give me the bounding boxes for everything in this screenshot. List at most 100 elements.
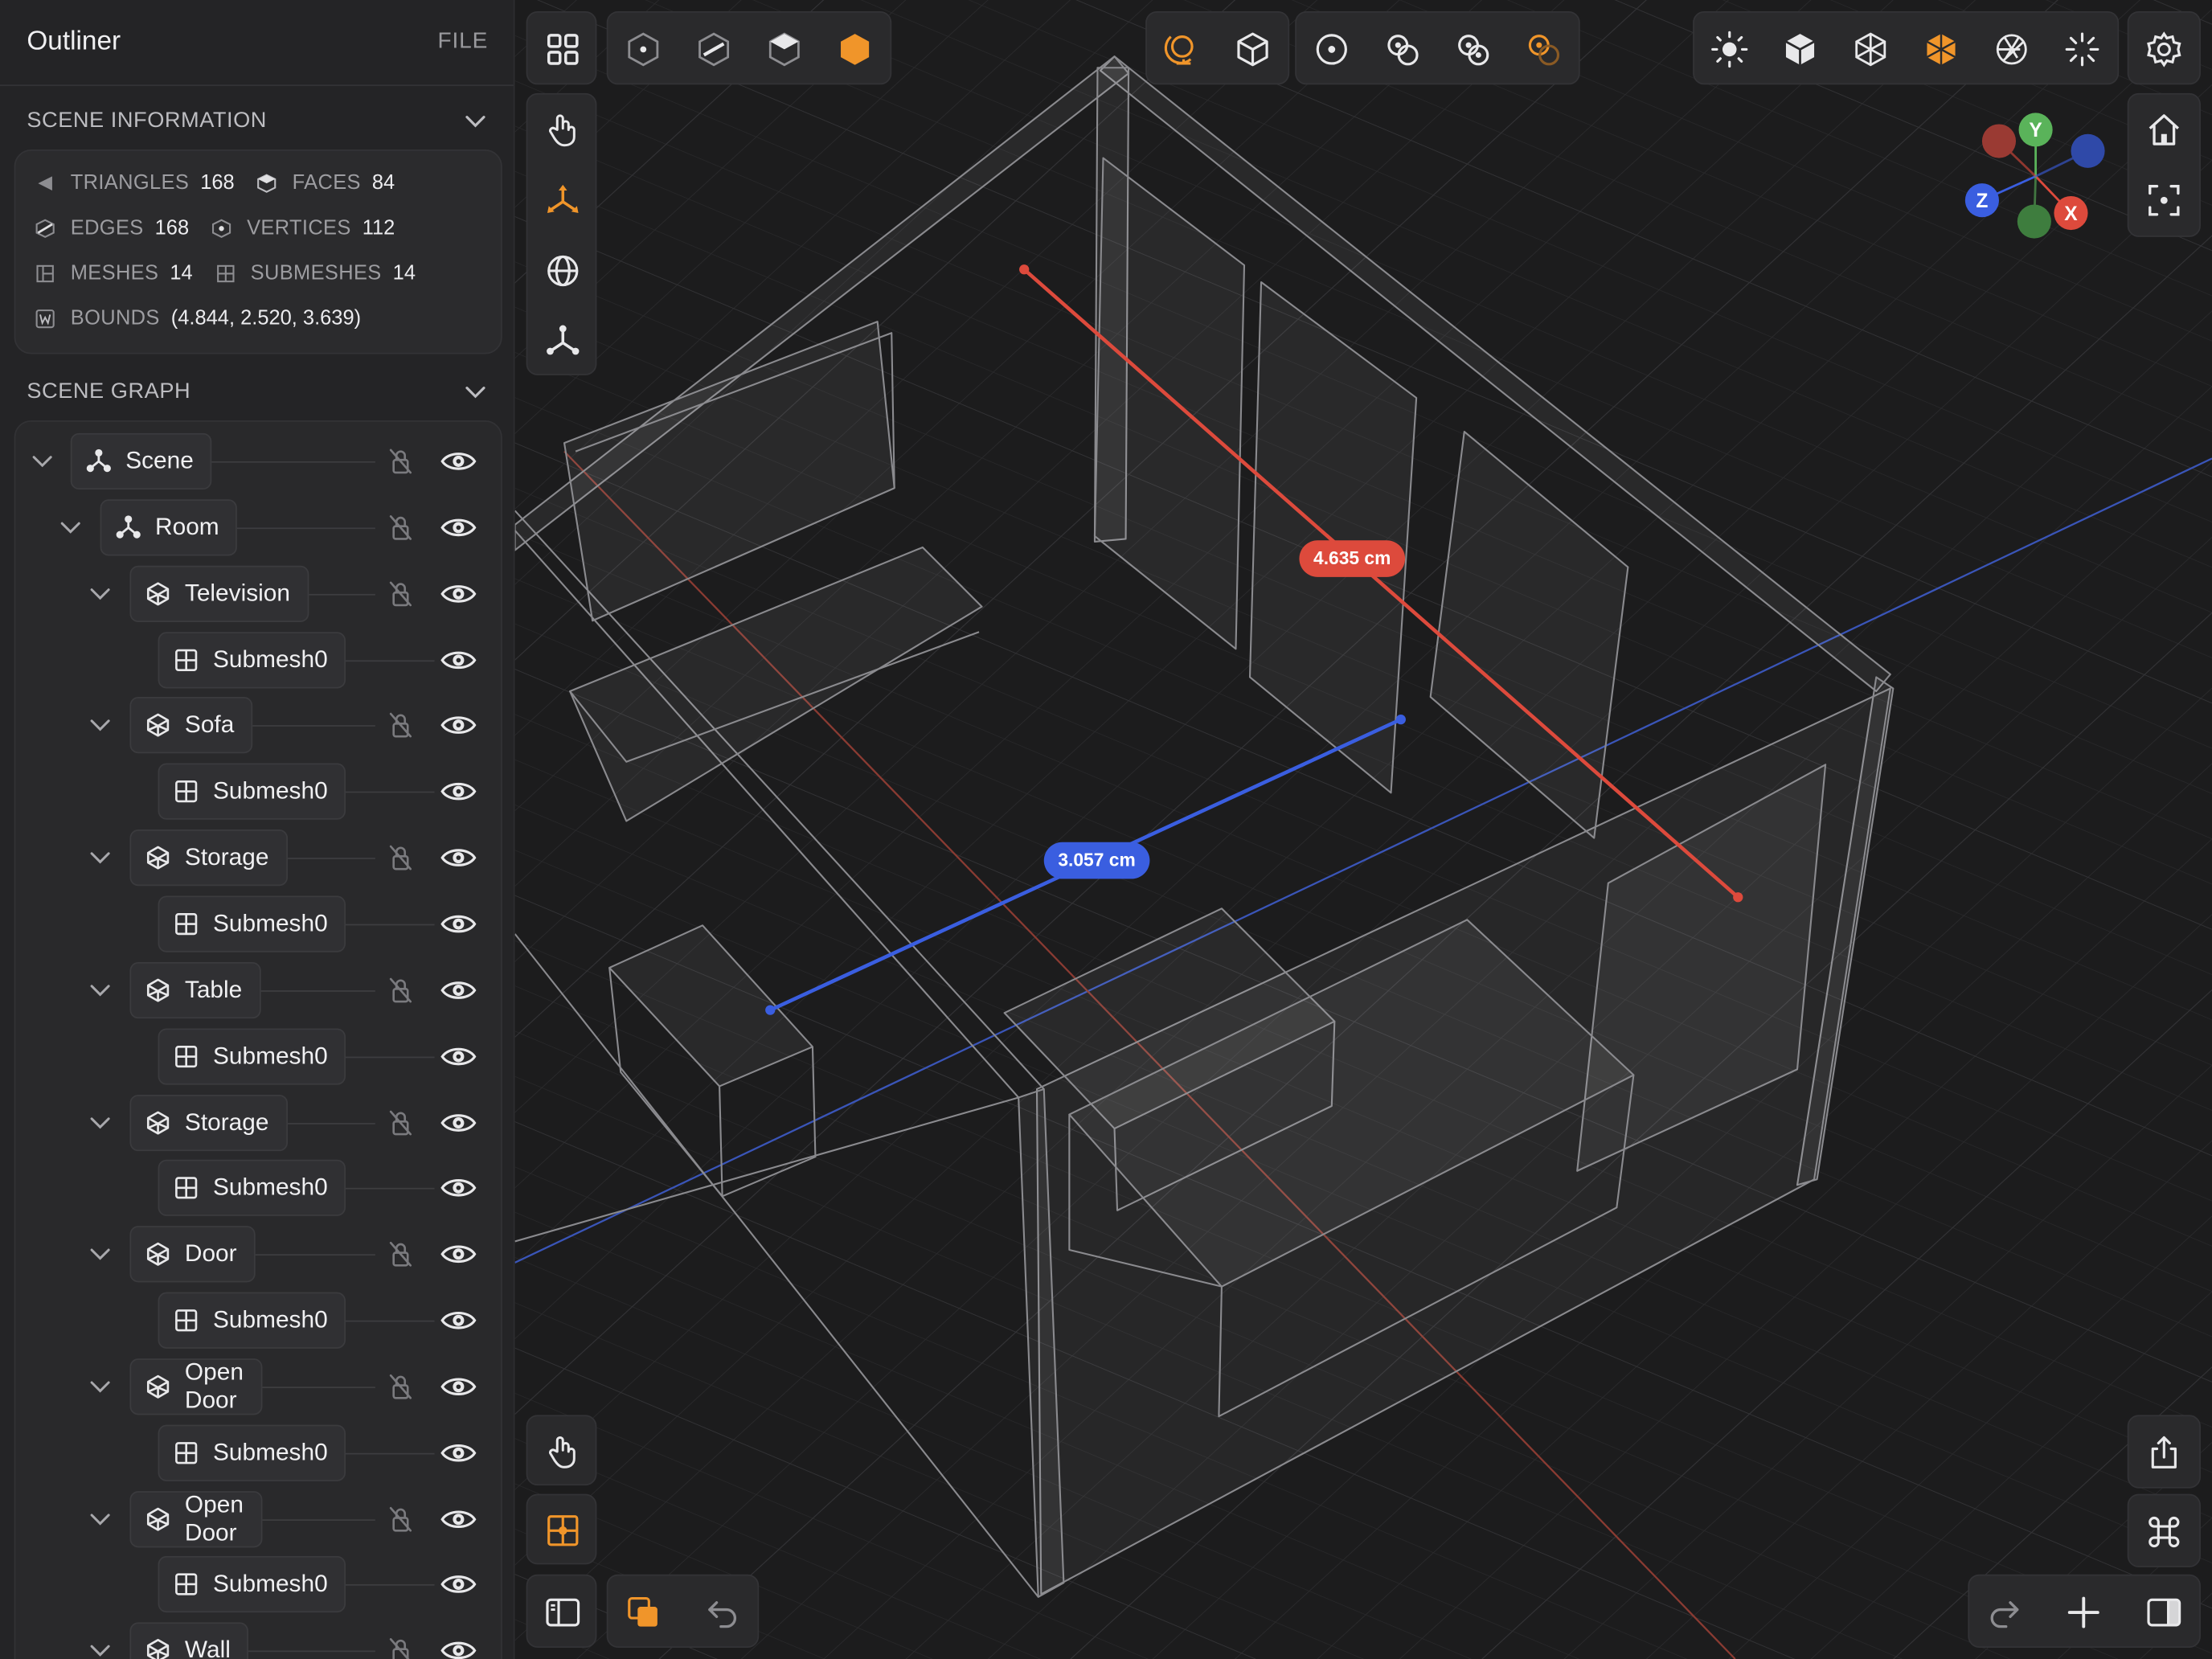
tree-node[interactable]: Submesh0 [158, 631, 346, 688]
interact-tool-button[interactable] [527, 1416, 598, 1487]
measure-point[interactable] [1019, 264, 1030, 275]
tree-node[interactable]: Submesh0 [158, 1027, 346, 1085]
gizmo-neg-z[interactable] [2071, 133, 2105, 168]
visibility-eye-icon[interactable] [440, 1373, 477, 1401]
wireframe-cube-button[interactable] [1218, 14, 1288, 85]
room-wireframe-canvas[interactable] [514, 0, 2212, 1659]
duplicate-button[interactable] [608, 1577, 678, 1648]
visibility-eye-icon[interactable] [440, 1108, 477, 1137]
redo-button[interactable] [1969, 1577, 2040, 1648]
visibility-eye-icon[interactable] [440, 844, 477, 872]
toggle-outliner-button[interactable] [527, 1577, 598, 1648]
tree-node[interactable]: Submesh0 [158, 1556, 346, 1613]
visibility-eye-icon[interactable] [440, 514, 477, 542]
lock-toggle-icon[interactable] [387, 514, 415, 542]
visibility-eye-icon[interactable] [440, 580, 477, 608]
visibility-eye-icon[interactable] [440, 1571, 477, 1599]
visibility-eye-icon[interactable] [440, 645, 477, 674]
solid-shading-button[interactable] [1765, 14, 1836, 85]
tree-node[interactable]: Submesh0 [158, 1424, 346, 1481]
tree-node[interactable]: Table [129, 961, 261, 1018]
lock-toggle-icon[interactable] [387, 1373, 415, 1401]
scene-information-heading[interactable]: SCENE INFORMATION [27, 109, 267, 134]
chevron-down-icon[interactable] [89, 979, 112, 1002]
chevron-down-icon[interactable] [89, 1375, 112, 1398]
measure-point[interactable] [1733, 892, 1743, 903]
lock-toggle-icon[interactable] [387, 976, 415, 1004]
visibility-eye-icon[interactable] [440, 976, 477, 1004]
measure-point[interactable] [765, 1005, 776, 1015]
chevron-down-icon[interactable] [89, 1243, 112, 1266]
effects-button[interactable] [2047, 14, 2118, 85]
snap-button[interactable] [527, 1495, 598, 1566]
vertex-mode-button[interactable] [608, 14, 678, 85]
toggle-inspector-button[interactable] [2128, 1577, 2199, 1648]
lock-toggle-icon[interactable] [387, 580, 415, 608]
undo-button[interactable] [687, 1577, 758, 1648]
tree-node[interactable]: Scene [70, 432, 212, 490]
lock-toggle-icon[interactable] [387, 447, 415, 475]
file-menu-button[interactable]: FILE [437, 30, 488, 55]
3d-viewport[interactable]: 4.635 cm 3.057 cm [514, 0, 2212, 1659]
rotate-tool-button[interactable] [527, 236, 598, 306]
edge-mode-button[interactable] [678, 14, 749, 85]
pivot-single-button[interactable] [1296, 14, 1367, 85]
chevron-down-icon[interactable] [31, 450, 54, 473]
share-button[interactable] [2128, 1418, 2199, 1489]
gizmo-neg-x[interactable] [1981, 124, 2017, 158]
lock-toggle-icon[interactable] [387, 1505, 415, 1533]
orientation-gizmo[interactable]: Y X Z [1954, 106, 2116, 248]
chevron-down-icon[interactable] [89, 1640, 112, 1659]
visibility-eye-icon[interactable] [440, 777, 477, 805]
chevron-down-icon[interactable] [463, 379, 489, 405]
pivot-individual-button[interactable] [1437, 14, 1508, 85]
tree-node[interactable]: Wall [129, 1622, 249, 1659]
frame-selection-button[interactable] [2128, 165, 2199, 236]
visibility-eye-icon[interactable] [440, 1306, 477, 1334]
lighting-button[interactable] [1694, 14, 1765, 85]
chevron-down-icon[interactable] [463, 109, 489, 134]
tree-node[interactable]: Open Door [129, 1490, 262, 1547]
settings-button[interactable] [2128, 14, 2199, 85]
visibility-eye-icon[interactable] [440, 711, 477, 739]
visibility-eye-icon[interactable] [440, 1174, 477, 1202]
tree-node[interactable]: Submesh0 [158, 763, 346, 821]
scale-tool-button[interactable] [527, 306, 598, 377]
tree-node[interactable]: Room [100, 499, 238, 556]
tree-node[interactable]: Storage [129, 830, 288, 887]
chevron-down-icon[interactable] [89, 1507, 112, 1530]
tree-node[interactable]: Submesh0 [158, 1292, 346, 1349]
xray-shading-button[interactable] [1906, 14, 1976, 85]
visibility-eye-icon[interactable] [440, 447, 477, 475]
tree-node[interactable]: Television [129, 565, 309, 622]
chevron-down-icon[interactable] [59, 516, 82, 539]
tree-node[interactable]: Open Door [129, 1358, 262, 1415]
scene-graph-heading[interactable]: SCENE GRAPH [27, 379, 190, 405]
chevron-down-icon[interactable] [89, 582, 112, 604]
chevron-down-icon[interactable] [89, 1111, 112, 1133]
chevron-down-icon[interactable] [89, 715, 112, 737]
lock-toggle-icon[interactable] [387, 844, 415, 872]
visibility-eye-icon[interactable] [440, 1439, 477, 1467]
move-tool-button[interactable] [527, 165, 598, 236]
tree-node[interactable]: Storage [129, 1094, 288, 1151]
lock-toggle-icon[interactable] [387, 1108, 415, 1137]
visibility-eye-icon[interactable] [440, 910, 477, 938]
lock-toggle-icon[interactable] [387, 711, 415, 739]
command-palette-button[interactable] [2128, 1497, 2199, 1567]
add-object-button[interactable] [2048, 1577, 2119, 1648]
visibility-eye-icon[interactable] [440, 1240, 477, 1268]
visibility-eye-icon[interactable] [440, 1042, 477, 1070]
tree-node[interactable]: Sofa [129, 697, 253, 754]
pan-tool-button[interactable] [527, 95, 598, 166]
chevron-down-icon[interactable] [89, 846, 112, 869]
tree-node[interactable]: Door [129, 1226, 256, 1283]
lock-toggle-icon[interactable] [387, 1240, 415, 1268]
home-view-button[interactable] [2128, 95, 2199, 166]
tree-node[interactable]: Submesh0 [158, 895, 346, 952]
lock-toggle-icon[interactable] [387, 1636, 415, 1659]
object-mode-button[interactable] [820, 14, 891, 85]
wireframe-shading-button[interactable] [1835, 14, 1906, 85]
measure-point[interactable] [1395, 714, 1406, 725]
pivot-median-button[interactable] [1367, 14, 1438, 85]
